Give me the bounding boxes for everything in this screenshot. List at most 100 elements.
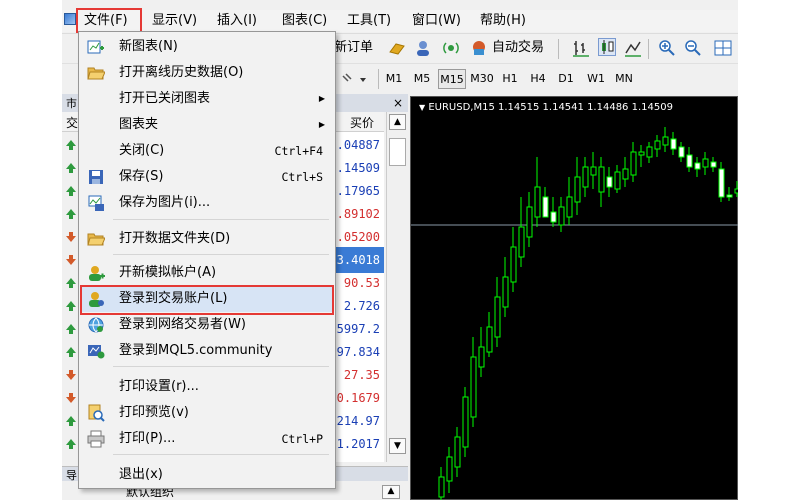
candle-body bbox=[638, 151, 645, 156]
arrow-up-icon bbox=[66, 415, 76, 426]
timeframe-mn[interactable]: MN bbox=[612, 69, 636, 89]
submenu-arrow-icon: ▶ bbox=[318, 94, 325, 103]
timeframe-h4[interactable]: H4 bbox=[526, 69, 550, 89]
candle-body bbox=[574, 176, 581, 203]
auto-trading-icon[interactable] bbox=[470, 39, 488, 57]
arrow-up-icon bbox=[66, 323, 76, 334]
column-bid[interactable]: 买价 bbox=[350, 114, 374, 131]
candlestick-icon[interactable] bbox=[598, 38, 616, 56]
arrow-up-icon bbox=[66, 208, 76, 219]
timeframe-w1[interactable]: W1 bbox=[584, 69, 608, 89]
timeframe-m30[interactable]: M30 bbox=[468, 69, 496, 89]
menu-window[interactable]: 窗口(W) bbox=[412, 10, 461, 32]
market-watch-title: 市 bbox=[66, 97, 77, 110]
auto-trading-button[interactable]: 自动交易 bbox=[492, 34, 544, 62]
file-menu-item-save-as-picture[interactable]: 保存为图片(i)... bbox=[81, 190, 333, 216]
file-menu-item-print-setup[interactable]: 打印设置(r)... bbox=[81, 374, 333, 400]
file-menu-item-exit[interactable]: 退出(x) bbox=[81, 462, 333, 488]
file-menu-item-open-closed-chart[interactable]: 打开已关闭图表 ▶ bbox=[81, 86, 333, 112]
candle-body bbox=[726, 194, 733, 198]
file-menu-item-label: 登录到网络交易者(W) bbox=[119, 317, 246, 332]
submenu-arrow-icon: ▶ bbox=[318, 120, 325, 129]
file-menu-item-chart-folder[interactable]: 图表夹 ▶ bbox=[81, 112, 333, 138]
candle-body bbox=[446, 456, 453, 482]
zoom-out-icon[interactable] bbox=[684, 39, 702, 57]
chart-down-arrow-icon: ▼ bbox=[419, 103, 426, 112]
mql5-icon bbox=[87, 342, 105, 360]
close-icon[interactable]: × bbox=[393, 96, 403, 110]
file-menu-item-label: 新图表(N) bbox=[119, 39, 178, 54]
chart-window[interactable]: ▼ EURUSD,M15 1.14515 1.14541 1.14486 1.1… bbox=[410, 96, 738, 500]
menu-charts[interactable]: 图表(C) bbox=[282, 10, 327, 32]
timeframe-m1[interactable]: M1 bbox=[382, 69, 406, 89]
arrow-down-icon bbox=[66, 254, 76, 265]
arrow-down-icon bbox=[66, 369, 76, 380]
candle-body bbox=[470, 356, 477, 418]
timeframe-m5[interactable]: M5 bbox=[410, 69, 434, 89]
arrow-down-icon bbox=[66, 392, 76, 403]
file-menu-separator bbox=[113, 219, 329, 220]
candle-body bbox=[518, 226, 525, 258]
line-chart-icon[interactable] bbox=[624, 39, 642, 57]
candle-body bbox=[582, 166, 589, 188]
candle-body bbox=[646, 146, 653, 158]
signal-icon[interactable] bbox=[442, 39, 460, 57]
candle-body bbox=[542, 196, 549, 218]
candle-body bbox=[454, 436, 461, 468]
file-menu-item-new-chart[interactable]: 新图表(N) bbox=[81, 34, 333, 60]
zoom-in-icon[interactable] bbox=[658, 39, 676, 57]
menu-insert[interactable]: 插入(I) bbox=[217, 10, 257, 32]
candle-body bbox=[598, 166, 605, 193]
candle-body bbox=[566, 196, 573, 218]
file-menu-separator bbox=[113, 254, 329, 255]
scroll-down-icon[interactable]: ▼ bbox=[389, 438, 406, 454]
scroll-thumb[interactable] bbox=[389, 138, 406, 166]
candle-body bbox=[734, 188, 738, 194]
save-picture-icon bbox=[87, 194, 105, 212]
user-icon[interactable] bbox=[414, 39, 432, 57]
timeframe-m15[interactable]: M15 bbox=[438, 69, 466, 89]
gold-bar-icon[interactable] bbox=[388, 39, 406, 57]
tile-windows-icon[interactable] bbox=[714, 39, 732, 57]
file-menu-item-login-mql5[interactable]: 登录到MQL5.community bbox=[81, 338, 333, 364]
print-preview-icon bbox=[87, 404, 105, 422]
candle-body bbox=[438, 476, 445, 498]
timeframe-d1[interactable]: D1 bbox=[554, 69, 578, 89]
file-menu-item-open-demo-account[interactable]: 开新模拟帐户(A) bbox=[81, 260, 333, 286]
market-watch-scrollbar[interactable]: ▲ ▼ bbox=[386, 112, 408, 462]
menu-help[interactable]: 帮助(H) bbox=[480, 10, 526, 32]
scroll-up-icon[interactable]: ▲ bbox=[382, 485, 400, 499]
file-menu-item-open-data-folder[interactable]: 打开数据文件夹(D) bbox=[81, 226, 333, 252]
new-chart-icon bbox=[87, 38, 105, 56]
new-order-button[interactable]: 新订单 bbox=[334, 34, 373, 62]
file-menu-item-login-web-trader[interactable]: 登录到网络交易者(W) bbox=[81, 312, 333, 338]
arrow-up-icon bbox=[66, 346, 76, 357]
file-menu-item-save[interactable]: 保存(S) Ctrl+S bbox=[81, 164, 333, 190]
file-menu-separator bbox=[113, 454, 329, 455]
file-menu-item-close[interactable]: 关闭(C) Ctrl+F4 bbox=[81, 138, 333, 164]
candle-body bbox=[558, 206, 565, 226]
file-menu-item-label: 图表夹 bbox=[119, 117, 159, 132]
candle-body bbox=[718, 168, 725, 198]
file-menu-item-print[interactable]: 打印(P)... Ctrl+P bbox=[81, 426, 333, 452]
candle-body bbox=[622, 168, 629, 180]
menu-tools[interactable]: 工具(T) bbox=[347, 10, 391, 32]
arrow-up-icon bbox=[66, 438, 76, 449]
toolbar-divider bbox=[648, 39, 649, 59]
arrow-up-icon bbox=[66, 300, 76, 311]
column-symbol[interactable]: 交 bbox=[66, 114, 78, 131]
file-menu-item-open-offline[interactable]: 打开离线历史数据(O) bbox=[81, 60, 333, 86]
file-menu-item-print-preview[interactable]: 打印预览(v) bbox=[81, 400, 333, 426]
chart-quote-text: EURUSD,M15 1.14515 1.14541 1.14486 1.145… bbox=[428, 102, 673, 113]
candle-body bbox=[678, 146, 685, 158]
file-menu-shortcut: Ctrl+S bbox=[281, 170, 323, 184]
timeframe-h1[interactable]: H1 bbox=[498, 69, 522, 89]
file-menu-dropdown: 新图表(N) 打开离线历史数据(O) 打开已关闭图表 ▶ 图表夹 ▶ 关闭(C) Ctrl+F… bbox=[78, 31, 336, 489]
candle-body bbox=[654, 140, 661, 150]
file-menu-item-label: 关闭(C) bbox=[119, 143, 165, 158]
menu-view[interactable]: 显示(V) bbox=[152, 10, 197, 32]
mt4-window: 文件(F) 显示(V) 插入(I) 图表(C) 工具(T) 窗口(W) 帮助(H… bbox=[62, 0, 738, 500]
bar-chart-icon[interactable] bbox=[572, 39, 590, 57]
objects-dropdown-icon[interactable] bbox=[340, 70, 368, 88]
scroll-up-icon[interactable]: ▲ bbox=[389, 114, 406, 130]
